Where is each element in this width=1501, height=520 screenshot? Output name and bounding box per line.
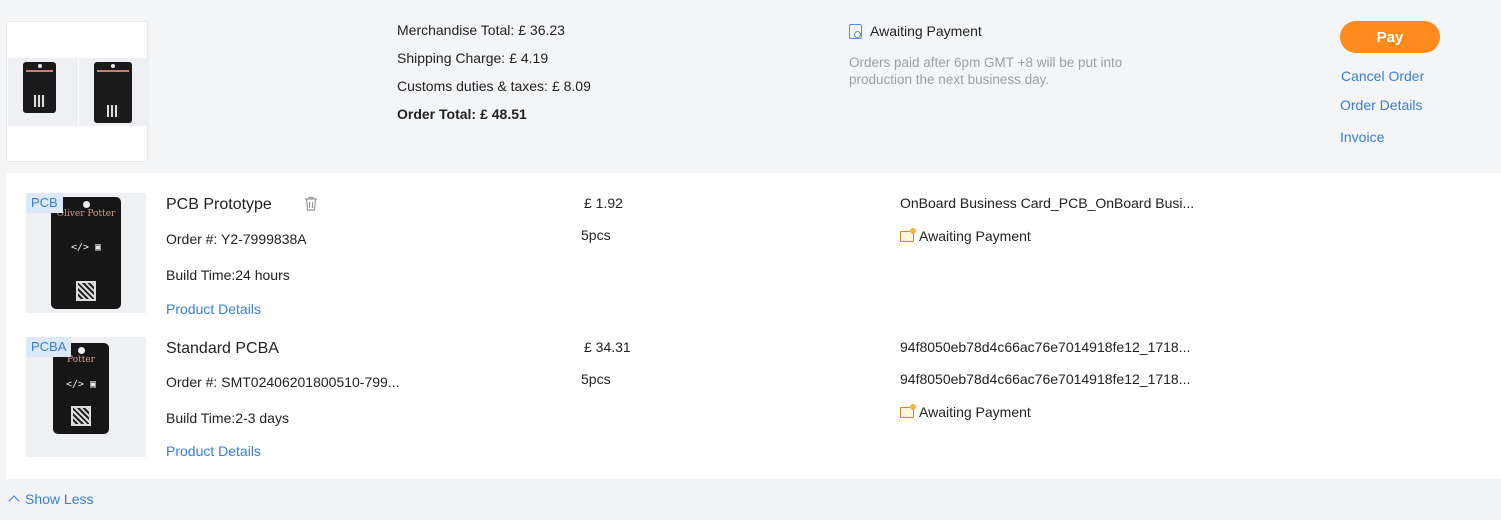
product-type-badge: PCBA <box>26 337 72 357</box>
order-total-row: Order Total: £ 48.51 <box>397 106 591 134</box>
product-image[interactable]: PCB Oliver Potter </> ▣ <box>26 193 146 313</box>
order-total-value: £ 48.51 <box>480 106 527 122</box>
list-item: PCB Oliver Potter </> ▣ PCB Prototype Or… <box>6 193 1501 317</box>
customs-label: Customs duties & taxes: <box>397 78 548 94</box>
order-number: Order #: Y2-7999838A <box>166 231 307 247</box>
product-name: Standard PCBA <box>166 340 279 357</box>
thumbnail-pcba[interactable] <box>79 58 149 126</box>
pending-folder-icon <box>900 227 916 242</box>
chevron-up-icon <box>8 495 20 507</box>
document-search-icon <box>849 23 862 39</box>
order-items: PCB Oliver Potter </> ▣ PCB Prototype Or… <box>6 173 1501 479</box>
shipping-charge-row: Shipping Charge: £ 4.19 <box>397 50 591 78</box>
invoice-link[interactable]: Invoice <box>1340 129 1384 145</box>
thumbnail-pcb[interactable] <box>8 58 78 126</box>
order-status: Awaiting Payment Orders paid after 6pm G… <box>849 22 1139 88</box>
item-status: Awaiting Payment <box>900 403 1031 420</box>
customs-row: Customs duties & taxes: £ 8.09 <box>397 78 591 106</box>
pending-folder-icon <box>900 403 916 418</box>
item-status-text: Awaiting Payment <box>919 228 1031 244</box>
shipping-charge-label: Shipping Charge: <box>397 50 506 66</box>
product-details-link[interactable]: Product Details <box>166 301 261 317</box>
item-price: £ 34.31 <box>584 339 631 355</box>
item-price: £ 1.92 <box>584 195 623 211</box>
order-actions: Pay Cancel Order Order Details Invoice <box>1340 21 1440 145</box>
build-time: Build Time:2-3 days <box>166 410 289 426</box>
merchandise-total-label: Merchandise Total: <box>397 22 515 38</box>
item-status: Awaiting Payment <box>900 227 1031 244</box>
item-status-text: Awaiting Payment <box>919 404 1031 420</box>
item-quantity: 5pcs <box>581 371 611 387</box>
order-status-note: Orders paid after 6pm GMT +8 will be put… <box>849 55 1123 87</box>
build-time: Build Time:24 hours <box>166 267 290 283</box>
item-quantity: 5pcs <box>581 227 611 243</box>
order-status-text: Awaiting Payment <box>870 23 982 39</box>
product-details-link[interactable]: Product Details <box>166 443 261 459</box>
order-total-label: Order Total: <box>397 106 477 122</box>
pcba-image <box>94 62 132 123</box>
product-image[interactable]: PCBA Potter </> ▣ <box>26 337 146 457</box>
pcb-image <box>23 62 56 113</box>
totals-block: Merchandise Total: £ 36.23 Shipping Charg… <box>397 22 591 134</box>
shipping-charge-value: £ 4.19 <box>509 50 549 66</box>
pay-button[interactable]: Pay <box>1340 21 1440 53</box>
trash-icon[interactable] <box>304 196 318 211</box>
show-less-toggle[interactable]: Show Less <box>8 491 93 507</box>
merchandise-total-value: £ 36.23 <box>518 22 565 38</box>
pcb-card-image: Oliver Potter </> ▣ <box>51 197 121 309</box>
order-details-link[interactable]: Order Details <box>1340 97 1422 113</box>
merchandise-total-row: Merchandise Total: £ 36.23 <box>397 22 591 50</box>
order-number: Order #: SMT02406201800510-799... <box>166 374 400 390</box>
file-name: OnBoard Business Card_PCB_OnBoard Busi..… <box>900 195 1195 211</box>
order-thumbnails[interactable] <box>6 21 149 162</box>
file-name: 94f8050eb78d4c66ac76e7014918fe12_1718... <box>900 339 1191 355</box>
order-status-title: Awaiting Payment <box>849 22 1139 40</box>
product-name: PCB Prototype <box>166 196 272 213</box>
file-name: 94f8050eb78d4c66ac76e7014918fe12_1718... <box>900 371 1191 387</box>
list-item: PCBA Potter </> ▣ Standard PCBA Order #:… <box>6 337 1501 461</box>
cancel-order-link[interactable]: Cancel Order <box>1341 68 1424 84</box>
product-type-badge: PCB <box>26 193 63 213</box>
customs-value: £ 8.09 <box>551 78 591 94</box>
show-less-label: Show Less <box>25 491 94 507</box>
order-summary: Merchandise Total: £ 36.23 Shipping Charg… <box>0 0 1501 172</box>
